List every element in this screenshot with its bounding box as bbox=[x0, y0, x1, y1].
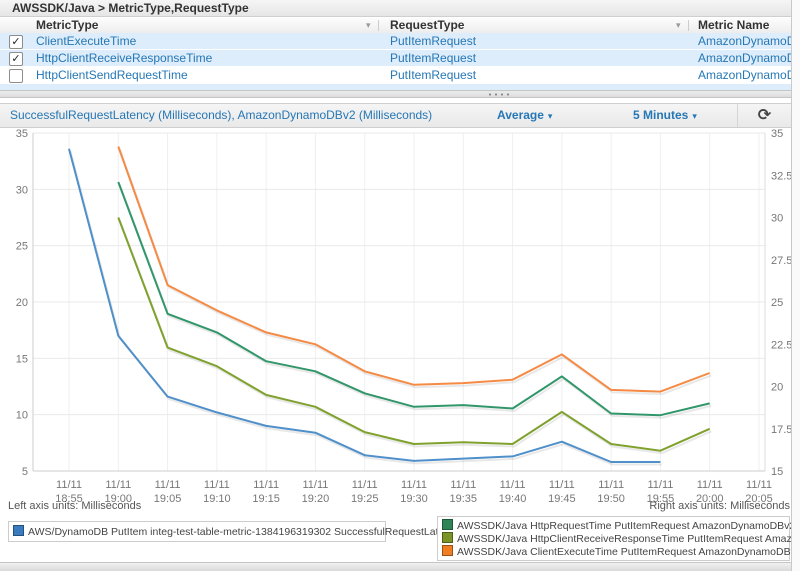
cell-metric-name[interactable]: AmazonDynamoDBv2 bbox=[698, 50, 800, 67]
cell-request-type[interactable]: PutItemRequest bbox=[390, 33, 476, 50]
refresh-icon: ⟳ bbox=[758, 107, 771, 124]
left-axis-tick-label: 5 bbox=[22, 466, 28, 478]
chart-title: SuccessfulRequestLatency (Milliseconds),… bbox=[10, 104, 432, 127]
right-axis-tick-label: 32.5 bbox=[771, 170, 792, 182]
legend-label: AWSSDK/Java HttpClientReceiveResponseTim… bbox=[457, 533, 800, 545]
legend-swatch-icon bbox=[442, 532, 453, 543]
right-axis-tick-label: 20 bbox=[771, 382, 783, 394]
latency-line-chart[interactable]: 5 10 15 20 25 30 35 15 17.5 20 22.5 25 27.5 30 32.5 35 1… bbox=[0, 128, 800, 508]
right-axis-units-label: Right axis units: Milliseconds bbox=[0, 500, 790, 512]
cell-request-type[interactable]: PutItemRequest bbox=[390, 50, 476, 67]
legend-item: AWSSDK/Java ClientExecuteTime PutItemReq… bbox=[438, 545, 789, 558]
drag-handle-icon bbox=[487, 93, 509, 96]
right-axis-tick-label: 35 bbox=[771, 128, 783, 140]
cell-metric-name[interactable]: AmazonDynamoDBv2 bbox=[698, 33, 800, 50]
x-axis-date-label: 11/11 bbox=[56, 479, 82, 491]
chart-header: SuccessfulRequestLatency (Milliseconds),… bbox=[0, 103, 791, 128]
cell-metric-type[interactable]: HttpClientSendRequestTime bbox=[36, 67, 188, 84]
legend-swatch-icon bbox=[442, 519, 453, 530]
left-axis-tick-label: 30 bbox=[16, 184, 28, 196]
right-axis-tick-label: 22.5 bbox=[771, 339, 792, 351]
legend-swatch-icon bbox=[442, 545, 453, 556]
statistic-dropdown-label: Average bbox=[497, 108, 544, 122]
legend-item: AWSSDK/Java HttpRequestTime PutItemReque… bbox=[438, 519, 789, 532]
table-row[interactable]: HttpClientSendRequestTime PutItemRequest… bbox=[0, 67, 791, 84]
left-axis-tick-label: 25 bbox=[16, 241, 28, 253]
series-shadow bbox=[120, 220, 711, 453]
breadcrumb: AWSSDK/Java > MetricType,RequestType bbox=[0, 0, 791, 17]
refresh-button[interactable]: ⟳ bbox=[737, 104, 791, 127]
x-axis-date-label: 11/11 bbox=[697, 479, 723, 491]
cell-metric-type[interactable]: HttpClientReceiveResponseTime bbox=[36, 50, 212, 67]
right-axis-tick-label: 25 bbox=[771, 297, 783, 309]
series-shadow bbox=[71, 151, 662, 464]
right-axis-tick-label: 15 bbox=[771, 466, 783, 478]
right-axis-tick-label: 17.5 bbox=[771, 424, 792, 436]
x-axis-date-label: 11/11 bbox=[598, 479, 624, 491]
right-axis-tick-label: 27.5 bbox=[771, 255, 792, 267]
table-row[interactable]: ✓ HttpClientReceiveResponseTime PutItemR… bbox=[0, 50, 791, 67]
period-dropdown[interactable]: 5 Minutes ▾ bbox=[633, 104, 697, 128]
bottom-panel-bar bbox=[0, 562, 791, 571]
cell-request-type[interactable]: PutItemRequest bbox=[390, 67, 476, 84]
right-axis-tick-label: 30 bbox=[771, 213, 783, 225]
x-axis-date-label: 11/11 bbox=[647, 479, 673, 491]
row-checkbox[interactable]: ✓ bbox=[9, 35, 23, 49]
table-column-headers: MetricType ▾ RequestType ▾ Metric Name bbox=[0, 18, 791, 34]
chevron-down-icon: ▾ bbox=[692, 111, 697, 121]
legend-right-axis: AWSSDK/Java HttpRequestTime PutItemReque… bbox=[437, 516, 790, 561]
legend-left-axis: AWS/DynamoDB PutItem integ-test-table-me… bbox=[8, 521, 386, 542]
x-axis-date-label: 11/11 bbox=[450, 479, 476, 491]
x-axis-date-label: 11/11 bbox=[302, 479, 328, 491]
sort-arrow-icon[interactable]: ▾ bbox=[366, 18, 371, 33]
column-divider bbox=[378, 20, 379, 31]
left-axis-tick-label: 15 bbox=[16, 353, 28, 365]
legend-item: AWSSDK/Java HttpClientReceiveResponseTim… bbox=[438, 532, 789, 545]
panel-resize-splitter[interactable] bbox=[0, 90, 791, 98]
left-axis-tick-label: 20 bbox=[16, 297, 28, 309]
cell-metric-type[interactable]: ClientExecuteTime bbox=[36, 33, 136, 50]
column-divider bbox=[688, 20, 689, 31]
scrollbar-track[interactable] bbox=[791, 0, 800, 571]
left-axis-tick-label: 35 bbox=[16, 128, 28, 140]
x-axis-date-label: 11/11 bbox=[549, 479, 575, 491]
x-axis-date-label: 11/11 bbox=[500, 479, 526, 491]
series-shadow bbox=[120, 185, 711, 418]
x-axis-date-label: 11/11 bbox=[352, 479, 378, 491]
x-axis-date-label: 11/11 bbox=[401, 479, 427, 491]
cell-metric-name[interactable]: AmazonDynamoDBv2 bbox=[698, 67, 800, 84]
sort-arrow-icon[interactable]: ▾ bbox=[676, 18, 681, 33]
legend-label: AWSSDK/Java HttpRequestTime PutItemReque… bbox=[457, 520, 795, 532]
column-header-metricname[interactable]: Metric Name bbox=[698, 18, 769, 33]
x-axis-date-label: 11/11 bbox=[204, 479, 230, 491]
chevron-down-icon: ▾ bbox=[548, 111, 553, 121]
x-axis-date-label: 11/11 bbox=[155, 479, 181, 491]
x-axis-date-label: 11/11 bbox=[105, 479, 131, 491]
legend-item: AWS/DynamoDB PutItem integ-test-table-me… bbox=[9, 525, 385, 538]
statistic-dropdown[interactable]: Average ▾ bbox=[497, 104, 552, 128]
legend-label: AWSSDK/Java ClientExecuteTime PutItemReq… bbox=[457, 546, 800, 558]
period-dropdown-label: 5 Minutes bbox=[633, 108, 688, 122]
column-header-metrictype[interactable]: MetricType bbox=[36, 18, 98, 33]
column-header-requesttype[interactable]: RequestType bbox=[390, 18, 464, 33]
x-axis-date-label: 11/11 bbox=[746, 479, 772, 491]
row-checkbox[interactable] bbox=[9, 69, 23, 83]
table-row[interactable]: ✓ ClientExecuteTime PutItemRequest Amazo… bbox=[0, 33, 791, 50]
x-axis-date-label: 11/11 bbox=[253, 479, 279, 491]
legend-swatch-icon bbox=[13, 525, 24, 536]
left-axis-tick-label: 10 bbox=[16, 410, 28, 422]
row-checkbox[interactable]: ✓ bbox=[9, 52, 23, 66]
series-shadow bbox=[120, 149, 711, 394]
legend-label: AWS/DynamoDB PutItem integ-test-table-me… bbox=[28, 526, 461, 538]
